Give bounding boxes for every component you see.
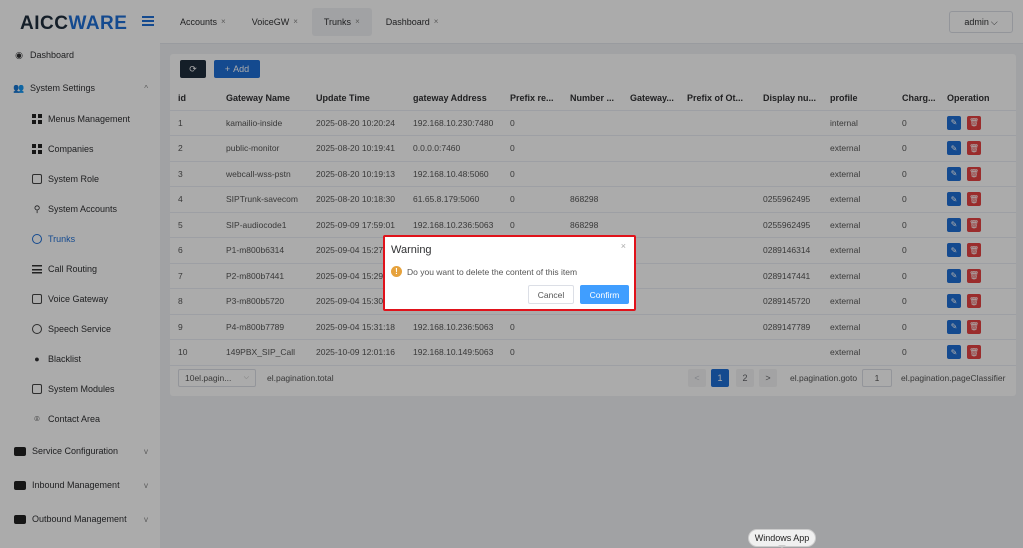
warning-dialog: Warning × ! Do you want to delete the co… — [383, 235, 636, 311]
dialog-title: Warning — [391, 244, 432, 256]
warning-icon: ! — [391, 266, 402, 277]
dialog-message: Do you want to delete the content of thi… — [407, 267, 578, 277]
confirm-button[interactable]: Confirm — [580, 285, 629, 304]
close-icon[interactable]: × — [621, 241, 626, 251]
cancel-button[interactable]: Cancel — [528, 285, 574, 304]
